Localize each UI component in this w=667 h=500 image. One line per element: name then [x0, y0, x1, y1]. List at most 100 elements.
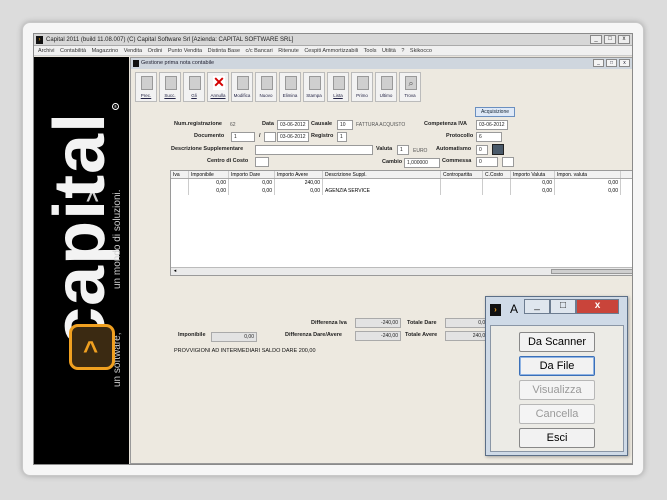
menu-skikocco[interactable]: Skikocco: [410, 48, 432, 54]
diff-dare-avere-value: -240,00: [355, 331, 401, 341]
ultimo-button[interactable]: Ultimo: [375, 72, 397, 102]
close-button[interactable]: x: [618, 35, 630, 44]
documento-series-field[interactable]: [264, 132, 276, 142]
da-file-button[interactable]: Da File: [519, 356, 595, 376]
menu-contabilita[interactable]: Contabilità: [60, 48, 86, 54]
minimize-button[interactable]: _: [590, 35, 602, 44]
modifica-button[interactable]: Modifica: [231, 72, 253, 102]
cambio-label: Cambio: [382, 159, 403, 165]
valuta-label: Valuta: [376, 146, 393, 152]
registered-mark: ®: [112, 103, 119, 110]
prev-icon: [141, 76, 153, 90]
documento-data-field[interactable]: 03-06-2012: [277, 132, 309, 142]
brand-tagline-1: un mondo di soluzioni.: [112, 189, 123, 289]
menu-distinta-base[interactable]: Distinta Base: [208, 48, 240, 54]
stampa-button[interactable]: Stampa: [303, 72, 325, 102]
commessa-label: Commessa: [442, 158, 472, 164]
da-scanner-button[interactable]: Da Scanner: [519, 332, 595, 352]
data-field[interactable]: 03-06-2012: [277, 120, 309, 130]
esci-button[interactable]: Esci: [519, 428, 595, 448]
valuta-code-field[interactable]: 1: [397, 145, 409, 155]
cancella-button[interactable]: Cancella: [519, 404, 595, 424]
dialog-minimize-button[interactable]: _: [524, 299, 550, 314]
primo-button[interactable]: Primo: [351, 72, 373, 102]
menu-ordini[interactable]: Ordini: [148, 48, 163, 54]
col-iva: Iva: [171, 171, 189, 178]
new-document-icon: [261, 76, 273, 90]
next-label: Succ.: [164, 93, 176, 98]
cell-avere: 0,00: [275, 187, 323, 195]
cell-imponibile: 0,00: [189, 187, 229, 195]
competenza-iva-field[interactable]: 03-06-2012: [476, 120, 508, 130]
cell-imponibile: 0,00: [189, 179, 229, 187]
primo-label: Primo: [356, 93, 368, 98]
menu-utilita[interactable]: Utilità: [382, 48, 396, 54]
menu-cespiti[interactable]: Cespiti Ammortizzabili: [304, 48, 358, 54]
stampa-label: Stampa: [306, 93, 322, 98]
cell-impon-valuta: 0,00: [555, 179, 621, 187]
descr-suppl-field[interactable]: [255, 145, 373, 155]
inner-close-button[interactable]: x: [619, 59, 630, 67]
table-row[interactable]: 0,00 0,00 240,00 0,00 0,00: [171, 179, 632, 187]
acquisizione-button[interactable]: Acquisizione: [475, 107, 515, 117]
inner-maximize-button[interactable]: □: [606, 59, 617, 67]
dialog-body: Da Scanner Da File Visualizza Cancella E…: [490, 325, 624, 452]
causale-desc: FATTURA ACQUISTO: [356, 122, 406, 128]
automatismo-field[interactable]: 0: [476, 145, 488, 155]
menu-cc-bancari[interactable]: c/c Bancari: [246, 48, 273, 54]
protocollo-field[interactable]: 6: [476, 132, 502, 142]
menu-vendita[interactable]: Vendita: [124, 48, 142, 54]
app-window-controls: _ □ x: [590, 35, 630, 44]
menu-magazzino[interactable]: Magazzino: [92, 48, 119, 54]
menu-bar: Archivi Contabilità Magazzino Vendita Or…: [34, 46, 632, 56]
documento-field[interactable]: 1: [231, 132, 255, 142]
scroll-thumb[interactable]: [551, 269, 632, 274]
visualizza-button[interactable]: Visualizza: [519, 380, 595, 400]
inner-minimize-button[interactable]: _: [593, 59, 604, 67]
cambio-field[interactable]: 1,000000: [404, 158, 440, 168]
commessa-desc-field[interactable]: [502, 157, 514, 167]
centro-costo-field[interactable]: [255, 157, 269, 167]
app-title: Capital 2011 (build 11.08.007) (C) Capit…: [46, 37, 294, 43]
col-impon-valuta: Impon. valuta: [555, 171, 621, 178]
lista-button[interactable]: Lista: [327, 72, 349, 102]
gli-label: Gli: [191, 93, 197, 98]
gli-icon: [189, 76, 201, 90]
prev-button[interactable]: Prec.: [135, 72, 157, 102]
menu-archivi[interactable]: Archivi: [38, 48, 55, 54]
acquisizione-dialog: › A _ □ x Da Scanner Da File Visualizza …: [485, 296, 628, 456]
registro-label: Registro: [311, 133, 334, 139]
first-icon: [357, 76, 369, 90]
next-button[interactable]: Succ.: [159, 72, 181, 102]
cell-contropartita: [441, 179, 483, 187]
scroll-left-icon[interactable]: ◂: [171, 268, 179, 275]
brand-sidebar: ® ^ capital un mondo di soluzioni. un so…: [34, 57, 129, 464]
movements-grid[interactable]: Iva Imponibile Importo Dare Importo Aver…: [170, 170, 632, 276]
menu-tools[interactable]: Tools: [364, 48, 377, 54]
menu-ritenute[interactable]: Ritenute: [278, 48, 299, 54]
col-importo-avere: Importo Avere: [275, 171, 323, 178]
valuta-name: EURO: [413, 148, 428, 154]
protocollo-label: Protocollo: [446, 133, 474, 139]
dialog-maximize-button[interactable]: □: [550, 299, 576, 314]
diff-dare-avere-label: Differenza Dare/Avere: [285, 332, 342, 338]
elimina-label: Elimina: [282, 93, 298, 98]
commessa-field[interactable]: 0: [476, 157, 498, 167]
annulla-button[interactable]: ✕ Annulla: [207, 72, 229, 102]
menu-help[interactable]: ?: [401, 48, 404, 54]
grid-horizontal-scrollbar[interactable]: ◂ ▸: [171, 267, 632, 275]
registro-field[interactable]: 1: [337, 132, 347, 142]
num-reg-value: 62: [230, 122, 236, 128]
cell-dare: 0,00: [229, 179, 275, 187]
elimina-button[interactable]: Elimina: [279, 72, 301, 102]
table-row[interactable]: 0,00 0,00 0,00 AGENZIA SERVICE 0,00 0,00: [171, 187, 632, 195]
nuovo-button[interactable]: Nuovo: [255, 72, 277, 102]
menu-punto-vendita[interactable]: Punto Vendita: [168, 48, 202, 54]
gli-button[interactable]: Gli: [183, 72, 205, 102]
causale-code-field[interactable]: 10: [337, 120, 353, 130]
dialog-close-button[interactable]: x: [576, 299, 619, 314]
save-icon[interactable]: [492, 144, 504, 155]
col-importo-dare: Importo Dare: [229, 171, 275, 178]
maximize-button[interactable]: □: [604, 35, 616, 44]
trova-button[interactable]: ⌕ Trova: [399, 72, 421, 102]
